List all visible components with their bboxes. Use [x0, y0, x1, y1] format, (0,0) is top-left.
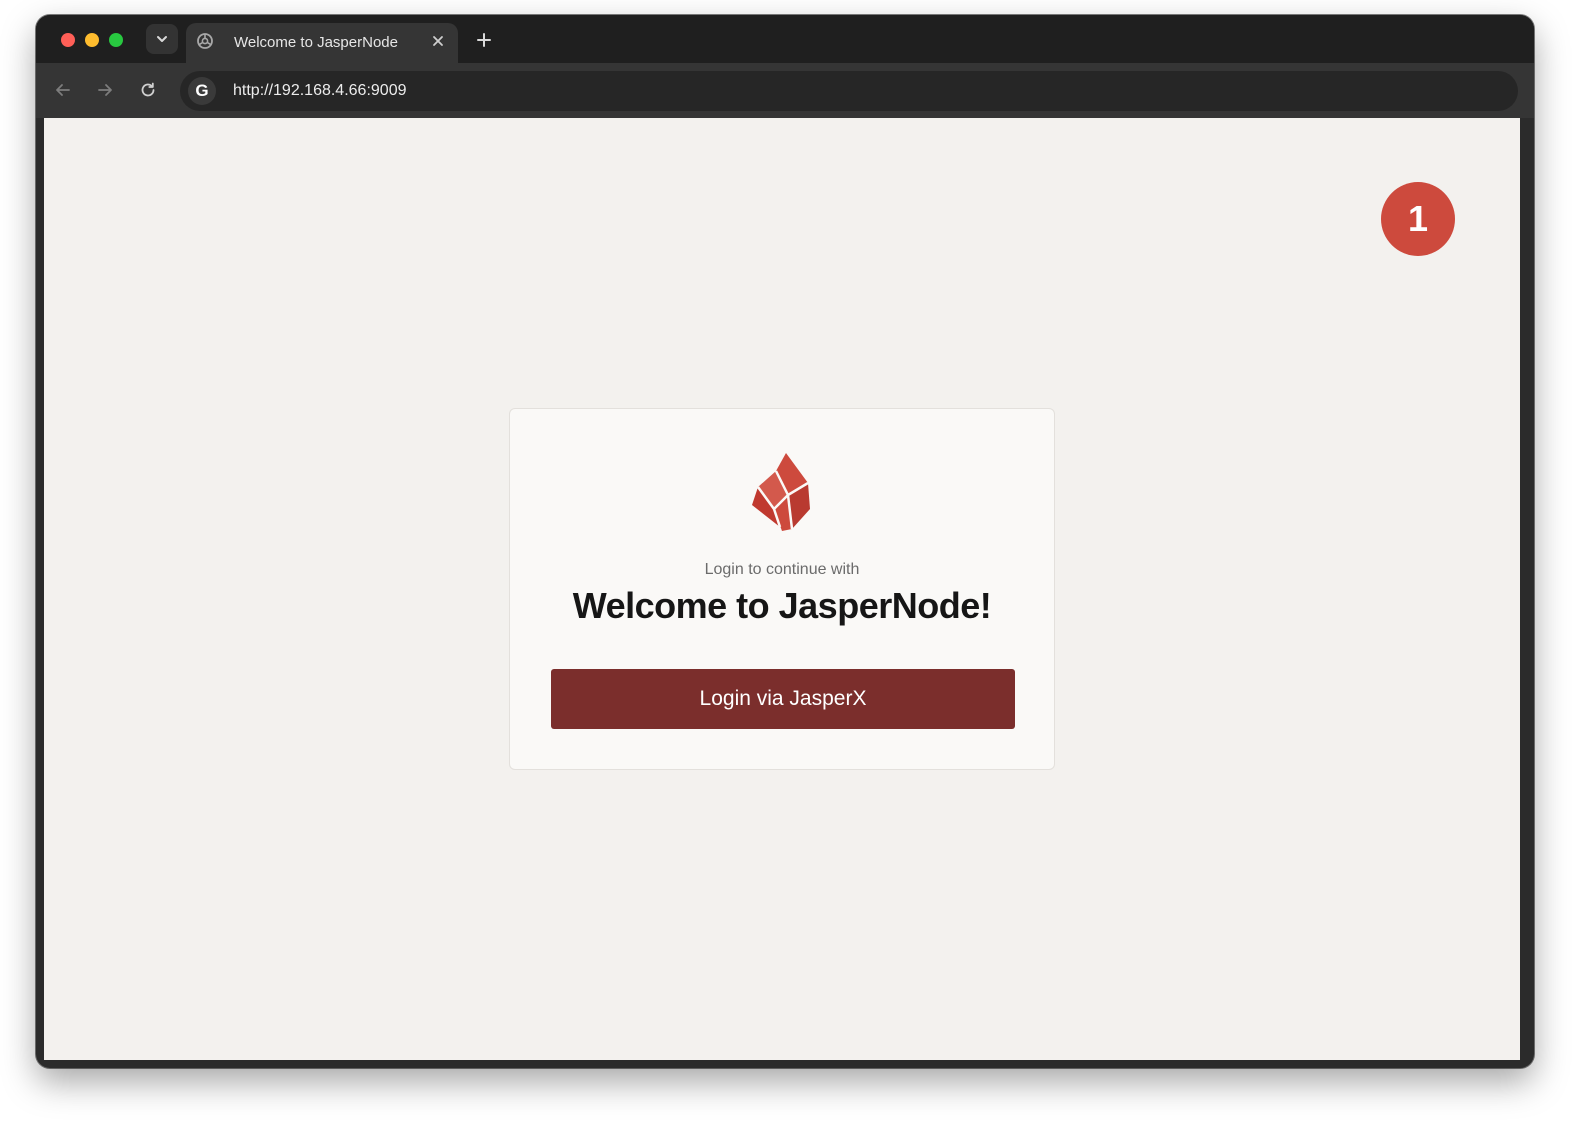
tab-title: Welcome to JasperNode	[234, 34, 398, 51]
forward-button[interactable]	[92, 77, 118, 103]
tab-active[interactable]: Welcome to JasperNode	[186, 23, 458, 63]
step-badge: 1	[1381, 182, 1455, 256]
new-tab-button[interactable]	[472, 28, 496, 52]
google-icon[interactable]: G	[188, 77, 216, 105]
browser-window: Welcome to JasperNode G http://192.168.4…	[36, 15, 1534, 1068]
tab-bar: Welcome to JasperNode	[36, 15, 1534, 63]
close-window-button[interactable]	[61, 33, 75, 47]
address-bar[interactable]: G http://192.168.4.66:9009	[180, 71, 1518, 111]
jasper-logo-icon	[752, 453, 810, 531]
login-via-jasperx-button[interactable]: Login via JasperX	[551, 669, 1015, 729]
plus-icon	[477, 33, 491, 47]
tab-close-button[interactable]	[428, 31, 448, 51]
chevron-down-icon	[157, 36, 167, 42]
arrow-left-icon	[56, 84, 70, 96]
page-title: Welcome to JasperNode!	[572, 585, 992, 626]
minimize-window-button[interactable]	[85, 33, 99, 47]
reload-icon	[141, 82, 155, 97]
arrow-right-icon	[98, 84, 112, 96]
tab-list-button[interactable]	[146, 24, 178, 54]
url-text[interactable]: http://192.168.4.66:9009	[233, 82, 406, 100]
browser-toolbar: G http://192.168.4.66:9009	[36, 63, 1534, 118]
maximize-window-button[interactable]	[109, 33, 123, 47]
login-subtitle: Login to continue with	[704, 561, 860, 578]
login-card: Login to continue with Welcome to Jasper…	[509, 408, 1055, 770]
back-button[interactable]	[50, 77, 76, 103]
page-viewport: 1 Login to continue with Welcome to Jasp…	[44, 118, 1520, 1060]
globe-icon	[197, 33, 213, 49]
google-icon-letter: G	[195, 81, 209, 100]
reload-button[interactable]	[135, 77, 161, 103]
close-icon	[433, 36, 443, 46]
